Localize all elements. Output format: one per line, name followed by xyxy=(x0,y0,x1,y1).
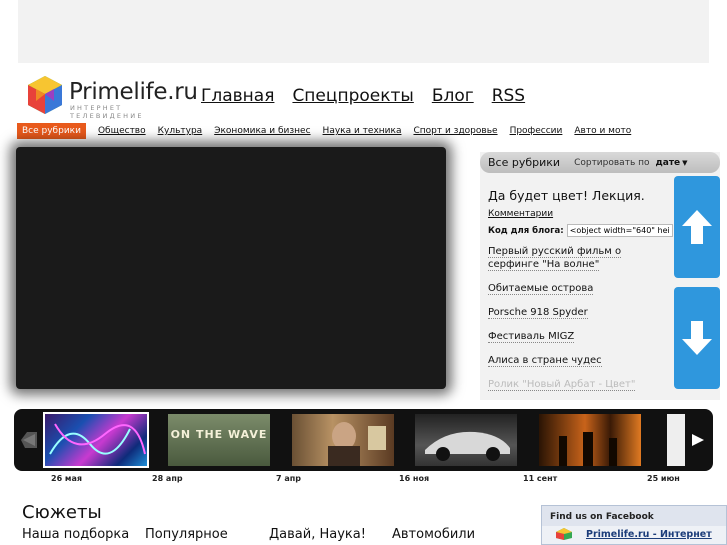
panel-all-categories[interactable]: Все рубрики xyxy=(488,156,560,169)
video-list: Первый русский фильм о серфинге "На волн… xyxy=(488,245,660,391)
filmstrip-thumb[interactable] xyxy=(539,414,641,466)
thumb-art xyxy=(328,422,386,466)
video-list-item[interactable]: Первый русский фильм о серфинге "На волн… xyxy=(488,245,660,271)
logo-tagline: ИНТЕРНЕТ ТЕЛЕВИДЕНИЕ xyxy=(70,104,144,120)
thumb-date: 25 июн xyxy=(647,474,680,483)
video-list-item[interactable]: Фестиваль MIGZ xyxy=(488,330,660,343)
nav-link-specprojects[interactable]: Спецпроекты xyxy=(292,86,413,106)
filmstrip-next-button[interactable] xyxy=(683,409,713,471)
stories-tab-popular[interactable]: Популярное xyxy=(145,527,228,542)
video-player[interactable] xyxy=(16,147,446,389)
chevron-down-icon[interactable]: ▼ xyxy=(682,159,687,167)
facebook-page-name[interactable]: Primelife.ru - Интернет xyxy=(586,529,712,540)
thumb-date: 26 мая xyxy=(51,474,82,483)
sort-label: Сортировать по xyxy=(574,157,650,168)
category-link-professions[interactable]: Профессии xyxy=(510,126,563,136)
thumb-date: 7 апр xyxy=(276,474,302,483)
filmstrip-thumb[interactable]: ON THE WAVE xyxy=(168,414,270,466)
sort-dropdown[interactable]: дате xyxy=(656,158,681,168)
filmstrip-thumb[interactable] xyxy=(43,412,149,468)
arrow-right-icon xyxy=(692,434,704,446)
ad-banner[interactable] xyxy=(18,0,709,63)
filmstrip: ON THE WAVE xyxy=(14,409,713,471)
thumb-art xyxy=(49,423,146,455)
embed-code-label: Код для блога: xyxy=(488,225,564,236)
filmstrip-thumb[interactable] xyxy=(415,414,517,466)
page: Primelife.ru ИНТЕРНЕТ ТЕЛЕВИДЕНИЕ Главна… xyxy=(0,0,727,545)
video-list-item[interactable]: Алиса в стране чудес xyxy=(488,354,660,367)
thumb-date: 11 сент xyxy=(523,474,558,483)
stories-tab-our-picks[interactable]: Наша подборка xyxy=(22,527,129,542)
embed-code-row: Код для блога: xyxy=(488,224,673,237)
thumb-art xyxy=(425,431,510,461)
scroll-down-button[interactable] xyxy=(674,287,720,389)
stories-tab-cars[interactable]: Автомобили xyxy=(392,527,475,542)
facebook-widget-header: Find us on Facebook xyxy=(542,506,726,526)
arrow-down-icon xyxy=(682,321,712,355)
category-link-auto[interactable]: Авто и мото xyxy=(574,126,631,136)
nav-link-blog[interactable]: Блог xyxy=(432,86,474,106)
arrow-left-icon xyxy=(21,432,37,448)
stories-heading: Сюжеты xyxy=(22,502,102,523)
embed-code-field[interactable] xyxy=(566,224,673,237)
category-bar: Все рубрики Общество Культура Экономика … xyxy=(17,123,631,139)
video-list-item[interactable]: Обитаемые острова xyxy=(488,282,660,295)
current-video-title: Да будет цвет! Лекция. xyxy=(488,188,645,203)
thumb-caption: ON THE WAVE xyxy=(170,428,268,441)
panel-content: Да будет цвет! Лекция. Комментарии Код д… xyxy=(488,188,673,400)
filmstrip-thumb[interactable] xyxy=(663,414,685,466)
facebook-page-row[interactable]: Primelife.ru - Интернет xyxy=(542,526,726,540)
filmstrip-prev-button[interactable] xyxy=(14,409,44,471)
site-logo[interactable]: Primelife.ru ИНТЕРНЕТ ТЕЛЕВИДЕНИЕ xyxy=(24,74,198,120)
thumb-date: 28 апр xyxy=(152,474,183,483)
video-list-item[interactable]: Ролик "Новый Арбат - Цвет" xyxy=(488,378,660,391)
category-link-economy[interactable]: Экономика и бизнес xyxy=(214,126,310,136)
thumb-date: 16 ноя xyxy=(399,474,430,483)
arrow-up-icon xyxy=(682,210,712,244)
thumb-art xyxy=(559,432,617,466)
category-link-culture[interactable]: Культура xyxy=(158,126,203,136)
category-link-society[interactable]: Общество xyxy=(98,126,146,136)
comments-link[interactable]: Комментарии xyxy=(488,209,660,219)
stories-tab-science[interactable]: Давай, Наука! xyxy=(269,527,366,542)
scroll-up-button[interactable] xyxy=(674,176,720,278)
category-all-button[interactable]: Все рубрики xyxy=(17,123,86,139)
facebook-widget: Find us on Facebook Primelife.ru - Интер… xyxy=(541,505,727,545)
nav-link-rss[interactable]: RSS xyxy=(492,86,525,106)
filmstrip-thumb[interactable] xyxy=(292,414,394,466)
panel-header: Все рубрики Сортировать по дате ▼ xyxy=(480,152,720,173)
page-logo-icon xyxy=(556,528,572,540)
category-link-science[interactable]: Наука и техника xyxy=(323,126,402,136)
video-list-item[interactable]: Porsche 918 Spyder xyxy=(488,306,660,319)
logo-cube-icon xyxy=(28,76,62,114)
nav-link-home[interactable]: Главная xyxy=(201,86,274,106)
logo-text: Primelife.ru xyxy=(69,79,198,105)
category-link-sport[interactable]: Спорт и здоровье xyxy=(413,126,497,136)
top-navigation: Главная Спецпроекты Блог RSS xyxy=(201,86,525,106)
